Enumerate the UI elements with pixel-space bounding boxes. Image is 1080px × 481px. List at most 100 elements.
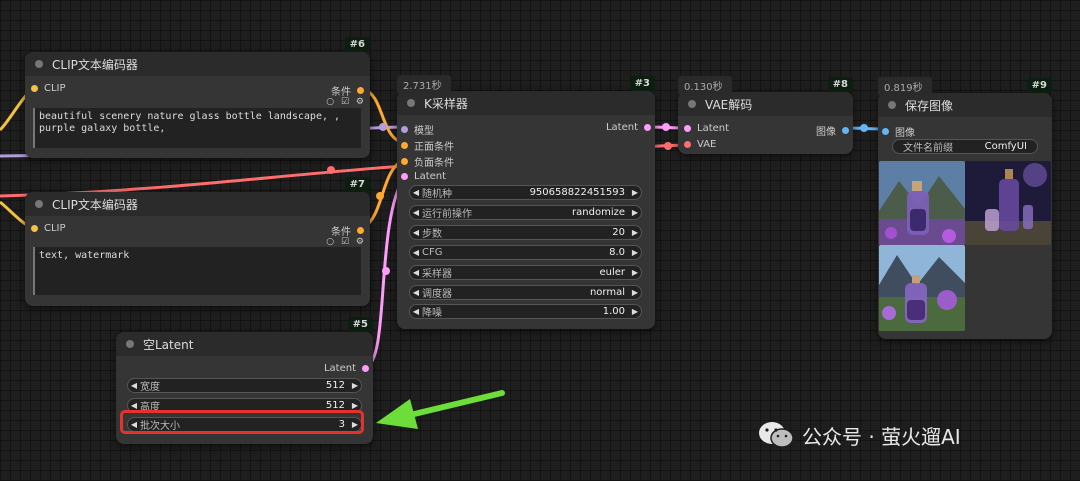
save-image-node[interactable]: 0.819秒 #9 保存图像 图像 文件名前缀 ComfyUI xyxy=(878,77,1052,339)
vae-decode-node[interactable]: 0.130秒 #8 VAE解码 Latent VAE 图像 xyxy=(678,76,853,154)
node-option-icons[interactable]: ○ ☑ ⚙ xyxy=(326,237,366,247)
latent-slot-dot-icon[interactable] xyxy=(684,125,691,132)
execution-time: 0.819秒 xyxy=(878,77,932,96)
widget-value[interactable]: 1.00 xyxy=(603,306,625,317)
latent-input-slot[interactable]: Latent xyxy=(684,123,729,134)
collapse-dot-icon[interactable] xyxy=(35,60,43,68)
widget-value[interactable]: normal xyxy=(590,287,625,298)
latent-slot-dot-icon[interactable] xyxy=(401,173,408,180)
prompt-textarea[interactable]: text, watermark xyxy=(33,247,361,295)
clip-input-slot[interactable]: CLIP xyxy=(31,83,66,94)
width-widget[interactable]: ◀ 宽度 512 ▶ xyxy=(127,378,362,393)
widget-label: 运行前操作 xyxy=(422,209,472,220)
latent-slot-dot-icon[interactable] xyxy=(644,124,651,131)
latent-input-slot[interactable]: Latent xyxy=(401,171,446,182)
node-title-bar[interactable]: 保存图像 xyxy=(878,93,1052,117)
widget-value[interactable]: ComfyUI xyxy=(985,141,1027,152)
slot-label: 负面条件 xyxy=(414,158,454,169)
vae-slot-dot-icon[interactable] xyxy=(684,141,691,148)
decrement-arrow-icon[interactable]: ◀ xyxy=(410,228,422,237)
output-image-thumbnail[interactable] xyxy=(965,161,1051,245)
increment-arrow-icon[interactable]: ▶ xyxy=(629,307,641,316)
collapse-dot-icon[interactable] xyxy=(888,101,896,109)
positive-input-slot[interactable]: 正面条件 xyxy=(401,138,454,153)
scheduler-widget[interactable]: ◀ 调度器 normal ▶ xyxy=(409,285,642,300)
node-title-bar[interactable]: CLIP文本编码器 xyxy=(25,52,370,76)
output-image-thumbnail[interactable] xyxy=(879,245,965,331)
increment-arrow-icon[interactable]: ▶ xyxy=(629,208,641,217)
increment-arrow-icon[interactable]: ▶ xyxy=(349,381,361,390)
clip-slot-dot-icon[interactable] xyxy=(31,225,38,232)
cfg-widget[interactable]: ◀ CFG 8.0 ▶ xyxy=(409,245,642,260)
image-slot-dot-icon[interactable] xyxy=(842,127,849,134)
widget-value[interactable]: 20 xyxy=(612,227,625,238)
latent-output-slot[interactable]: Latent xyxy=(324,363,369,374)
slot-label: CLIP xyxy=(44,83,66,94)
clip-input-slot[interactable]: CLIP xyxy=(31,223,66,234)
conditioning-slot-dot-icon[interactable] xyxy=(401,142,408,149)
latent-slot-dot-icon[interactable] xyxy=(362,365,369,372)
increment-arrow-icon[interactable]: ▶ xyxy=(349,401,361,410)
widget-value[interactable]: 950658822451593 xyxy=(530,187,625,198)
decrement-arrow-icon[interactable]: ◀ xyxy=(410,307,422,316)
bottle-image xyxy=(879,245,965,331)
decrement-arrow-icon[interactable]: ◀ xyxy=(410,188,422,197)
increment-arrow-icon[interactable]: ▶ xyxy=(629,268,641,277)
node-title-bar[interactable]: CLIP文本编码器 xyxy=(25,192,370,216)
decrement-arrow-icon[interactable]: ◀ xyxy=(128,381,140,390)
slot-label: 模型 xyxy=(414,126,434,137)
node-id-badge: #3 xyxy=(629,76,655,91)
increment-arrow-icon[interactable]: ▶ xyxy=(629,288,641,297)
increment-arrow-icon[interactable]: ▶ xyxy=(629,188,641,197)
node-id-badge: #7 xyxy=(344,177,370,192)
clip-text-encode-positive-node[interactable]: #6 CLIP文本编码器 CLIP 条件 ○ ☑ ⚙ beautiful sce… xyxy=(25,37,370,158)
conditioning-output-slot[interactable]: 条件 xyxy=(331,223,364,238)
decrement-arrow-icon[interactable]: ◀ xyxy=(410,268,422,277)
increment-arrow-icon[interactable]: ▶ xyxy=(629,248,641,257)
control-after-generate-widget[interactable]: ◀ 运行前操作 randomize ▶ xyxy=(409,205,642,220)
watermark-text: 公众号 · 萤火遛AI xyxy=(802,424,961,449)
conditioning-slot-dot-icon[interactable] xyxy=(401,158,408,165)
conditioning-slot-dot-icon[interactable] xyxy=(357,87,364,94)
widget-value[interactable]: 8.0 xyxy=(609,247,625,258)
latent-output-slot[interactable]: Latent xyxy=(606,122,651,133)
node-title-bar[interactable]: 空Latent xyxy=(116,332,373,356)
prompt-textarea[interactable]: beautiful scenery nature glass bottle la… xyxy=(33,108,361,148)
clip-text-encode-negative-node[interactable]: #7 CLIP文本编码器 CLIP 条件 ○ ☑ ⚙ text, waterma… xyxy=(25,177,370,306)
vae-input-slot[interactable]: VAE xyxy=(684,139,716,150)
collapse-dot-icon[interactable] xyxy=(407,99,415,107)
seed-widget[interactable]: ◀ 随机种 950658822451593 ▶ xyxy=(409,185,642,200)
image-slot-dot-icon[interactable] xyxy=(882,128,889,135)
decrement-arrow-icon[interactable]: ◀ xyxy=(410,208,422,217)
conditioning-output-slot[interactable]: 条件 xyxy=(331,83,364,98)
widget-value[interactable]: 512 xyxy=(326,380,345,391)
filename-prefix-widget[interactable]: 文件名前缀 ComfyUI xyxy=(892,139,1038,154)
node-title-bar[interactable]: VAE解码 xyxy=(678,92,853,116)
conditioning-slot-dot-icon[interactable] xyxy=(357,227,364,234)
negative-input-slot[interactable]: 负面条件 xyxy=(401,154,454,169)
clip-slot-dot-icon[interactable] xyxy=(31,85,38,92)
image-input-slot[interactable]: 图像 xyxy=(882,124,915,139)
node-title: 保存图像 xyxy=(905,98,954,113)
denoise-widget[interactable]: ◀ 降噪 1.00 ▶ xyxy=(409,304,642,319)
decrement-arrow-icon[interactable]: ◀ xyxy=(128,401,140,410)
collapse-dot-icon[interactable] xyxy=(126,340,134,348)
collapse-dot-icon[interactable] xyxy=(35,200,43,208)
decrement-arrow-icon[interactable]: ◀ xyxy=(410,248,422,257)
node-title-bar[interactable]: K采样器 xyxy=(397,91,655,115)
collapse-dot-icon[interactable] xyxy=(688,100,696,108)
increment-arrow-icon[interactable]: ▶ xyxy=(629,228,641,237)
image-output-slot[interactable]: 图像 xyxy=(816,123,849,138)
widget-value[interactable]: randomize xyxy=(572,207,625,218)
output-image-thumbnail[interactable] xyxy=(879,161,965,245)
widget-value[interactable]: euler xyxy=(599,267,625,278)
sampler-widget[interactable]: ◀ 采样器 euler ▶ xyxy=(409,265,642,280)
decrement-arrow-icon[interactable]: ◀ xyxy=(410,288,422,297)
execution-time: 2.731秒 xyxy=(397,75,451,94)
ksampler-node[interactable]: 2.731秒 #3 K采样器 模型 正面条件 负面条件 Latent Laten… xyxy=(397,75,655,329)
steps-widget[interactable]: ◀ 步数 20 ▶ xyxy=(409,225,642,240)
model-slot-dot-icon[interactable] xyxy=(401,126,408,133)
node-option-icons[interactable]: ○ ☑ ⚙ xyxy=(326,97,366,107)
model-input-slot[interactable]: 模型 xyxy=(401,122,434,137)
slot-label: Latent xyxy=(697,123,730,134)
